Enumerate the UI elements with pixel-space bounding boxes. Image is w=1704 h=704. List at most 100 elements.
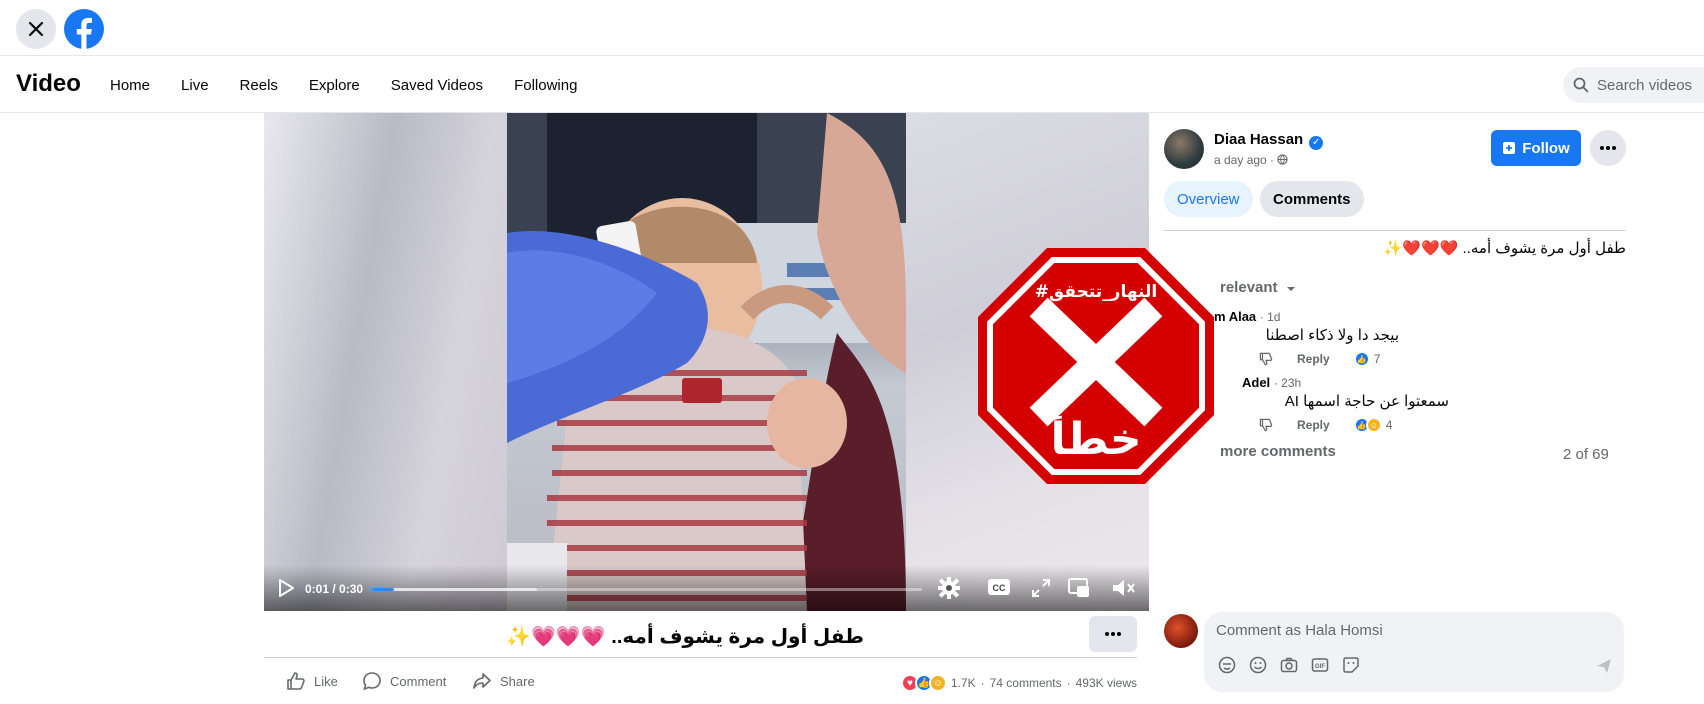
nav-link-following[interactable]: Following	[514, 77, 577, 94]
video-frame	[507, 113, 906, 611]
tab-overview[interactable]: Overview	[1164, 181, 1253, 217]
more-dots-icon	[1600, 146, 1616, 150]
verified-badge-icon: ✓	[1309, 136, 1324, 150]
gif-icon[interactable]: GIF	[1311, 656, 1329, 674]
comment-text: سمعتوا عن حاجة اسمها AI	[1284, 393, 1449, 410]
dislike-icon[interactable]	[1259, 418, 1273, 432]
post-actions-row: Like Comment Share ♥ 👍 ☺ 1.7K · 74 comme…	[264, 668, 1137, 700]
more-dots-icon	[1105, 632, 1121, 636]
comment-like-count: 7	[1373, 352, 1381, 366]
globe-icon	[1277, 154, 1289, 165]
share-button[interactable]: Share	[472, 671, 535, 691]
reply-button[interactable]: Reply	[1297, 418, 1330, 432]
comment-likes[interactable]: 👍 7	[1353, 351, 1381, 367]
author-name[interactable]: Diaa Hassan	[1214, 131, 1303, 148]
chevron-down-icon	[1286, 287, 1295, 291]
like-button[interactable]: Like	[286, 671, 338, 691]
settings-gear-icon[interactable]	[938, 577, 960, 599]
comment-time-value[interactable]: 23h	[1281, 376, 1301, 390]
fullscreen-icon[interactable]	[1032, 579, 1050, 597]
side-tabs: Overview Comments	[1164, 181, 1626, 231]
muted-volume-icon[interactable]	[1112, 578, 1136, 598]
comment-author[interactable]: Adel	[1242, 375, 1270, 390]
post-description: طفل أول مرة يشوف أمه.. ❤️❤️❤️✨	[1383, 240, 1626, 257]
closed-captions-icon[interactable]: CC	[988, 579, 1010, 595]
facebook-logo-icon[interactable]	[63, 8, 105, 50]
post-title: طفل أول مرة يشوف أمه.. 💗💗💗✨	[506, 626, 864, 648]
post-time[interactable]: a day ago	[1214, 153, 1267, 167]
comment-author[interactable]: m Alaa	[1214, 309, 1256, 324]
progress-buffered	[372, 588, 537, 591]
svg-text:CC: CC	[993, 583, 1006, 593]
close-button[interactable]	[16, 9, 56, 49]
stamp-verdict: خطأ	[1050, 410, 1141, 465]
sort-label: relevant	[1220, 279, 1278, 296]
search-icon	[1573, 77, 1589, 93]
haha-reaction-icon: ☺	[1365, 417, 1382, 433]
like-reaction-icon: 👍	[1353, 351, 1370, 367]
send-icon[interactable]	[1596, 658, 1612, 674]
view-more-comments[interactable]: more comments	[1220, 443, 1336, 460]
comment-actions: Reply 👍 ☺ 4	[1259, 417, 1392, 433]
follow-icon	[1503, 142, 1516, 154]
post-stats: ♥ 👍 ☺ 1.7K · 74 comments · 493K views	[900, 674, 1137, 692]
sticker-icon[interactable]	[1342, 656, 1360, 674]
video-scene-image	[507, 113, 906, 611]
comment-input[interactable]	[1216, 622, 1596, 639]
reply-button[interactable]: Reply	[1297, 352, 1330, 366]
search-input[interactable]	[1597, 76, 1704, 94]
comment-button[interactable]: Comment	[362, 671, 446, 691]
tab-comments[interactable]: Comments	[1260, 181, 1364, 217]
comment-actions: Reply 👍 7	[1259, 351, 1380, 367]
nav-link-live[interactable]: Live	[181, 77, 209, 94]
progress-played	[372, 588, 394, 591]
comment-bubble-icon	[363, 672, 381, 691]
post-title-row: طفل أول مرة يشوف أمه.. 💗💗💗✨	[264, 616, 1137, 658]
emoji-icon[interactable]	[1249, 656, 1267, 674]
author-avatar[interactable]	[1164, 129, 1204, 169]
share-arrow-icon	[473, 673, 491, 689]
thumbs-up-icon	[287, 672, 305, 690]
post-more-button[interactable]	[1089, 616, 1137, 652]
stamp-hashtag: #النهار_تتحقق	[1035, 282, 1157, 302]
author-more-button[interactable]	[1590, 130, 1626, 166]
comment-author-row: Adel · 23h	[1242, 375, 1301, 390]
comment-label: Comment	[390, 673, 447, 689]
nav-link-home[interactable]: Home	[110, 77, 150, 94]
search-box[interactable]	[1563, 67, 1704, 103]
comment-time-value[interactable]: 1d	[1267, 310, 1280, 324]
nav-link-saved-videos[interactable]: Saved Videos	[391, 77, 483, 94]
follow-button[interactable]: Follow	[1491, 130, 1581, 166]
false-claim-stamp: #النهار_تتحقق خطأ	[978, 248, 1214, 484]
post-meta: a day ago ·	[1214, 153, 1289, 167]
video-blur-left	[264, 113, 507, 611]
nav-link-reels[interactable]: Reels	[240, 77, 278, 94]
page-title: Video	[16, 70, 81, 97]
comment-sort[interactable]: relevant	[1220, 279, 1296, 296]
nav-link-explore[interactable]: Explore	[309, 77, 360, 94]
comment-like-count: 4	[1385, 418, 1393, 432]
current-user-avatar[interactable]	[1164, 614, 1198, 648]
comment-text: بيجد دا ولا ذكاء اصطنا	[1265, 327, 1399, 344]
play-icon[interactable]	[278, 579, 294, 597]
comment-time: · 23h	[1273, 376, 1302, 390]
author-name-row[interactable]: Diaa Hassan ✓	[1214, 131, 1324, 150]
comment-likes[interactable]: 👍 ☺ 4	[1353, 417, 1393, 433]
camera-icon[interactable]	[1280, 656, 1298, 674]
care-reaction-icon: ☺	[928, 674, 947, 692]
reaction-icons[interactable]: ♥ 👍 ☺	[900, 674, 947, 692]
progress-bar[interactable]	[372, 588, 922, 591]
svg-text:GIF: GIF	[1315, 664, 1325, 670]
dislike-icon[interactable]	[1259, 352, 1273, 366]
nav-links: Home Live Reels Explore Saved Videos Fol…	[110, 57, 608, 113]
views-count: 493K views	[1075, 676, 1137, 690]
comment-composer: GIF	[1204, 612, 1624, 692]
comments-count[interactable]: 74 comments	[990, 676, 1062, 690]
picture-in-picture-icon[interactable]	[1068, 578, 1090, 598]
reactions-count[interactable]: 1.7K	[951, 676, 976, 690]
follow-label: Follow	[1522, 139, 1570, 157]
close-icon	[28, 21, 44, 37]
comment-time: · 1d	[1259, 310, 1281, 324]
avatar-sticker-icon[interactable]	[1218, 656, 1236, 674]
share-label: Share	[500, 673, 535, 689]
